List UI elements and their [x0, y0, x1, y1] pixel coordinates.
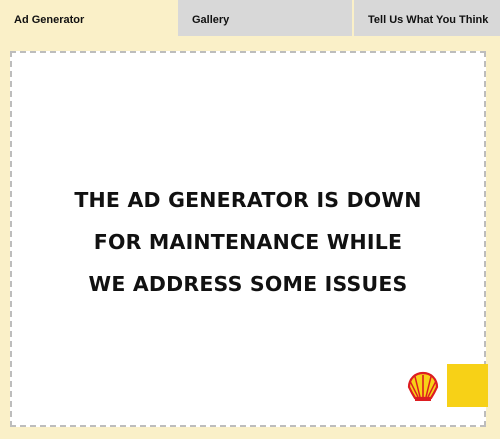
message-line: FOR MAINTENANCE WHILE — [93, 230, 403, 254]
message-line: THE AD GENERATOR IS DOWN — [74, 188, 422, 212]
tab-label: Gallery — [192, 14, 230, 26]
tab-label: Tell Us What You Think — [368, 14, 489, 26]
maintenance-message: THE AD GENERATOR IS DOWN FOR MAINTENANCE… — [12, 179, 484, 305]
tab-label: Ad Generator — [14, 14, 85, 26]
shell-logo-icon — [406, 370, 440, 404]
tab-bar: Ad Generator Gallery Tell Us What You Th… — [0, 0, 500, 38]
message-line: WE ADDRESS SOME ISSUES — [88, 272, 408, 296]
tab-ad-generator[interactable]: Ad Generator — [0, 0, 176, 38]
tab-divider — [178, 36, 500, 38]
tab-tell-us-what-you-think[interactable]: Tell Us What You Think — [354, 0, 500, 38]
brand-yellow-block — [447, 364, 488, 407]
tab-gallery[interactable]: Gallery — [178, 0, 352, 38]
